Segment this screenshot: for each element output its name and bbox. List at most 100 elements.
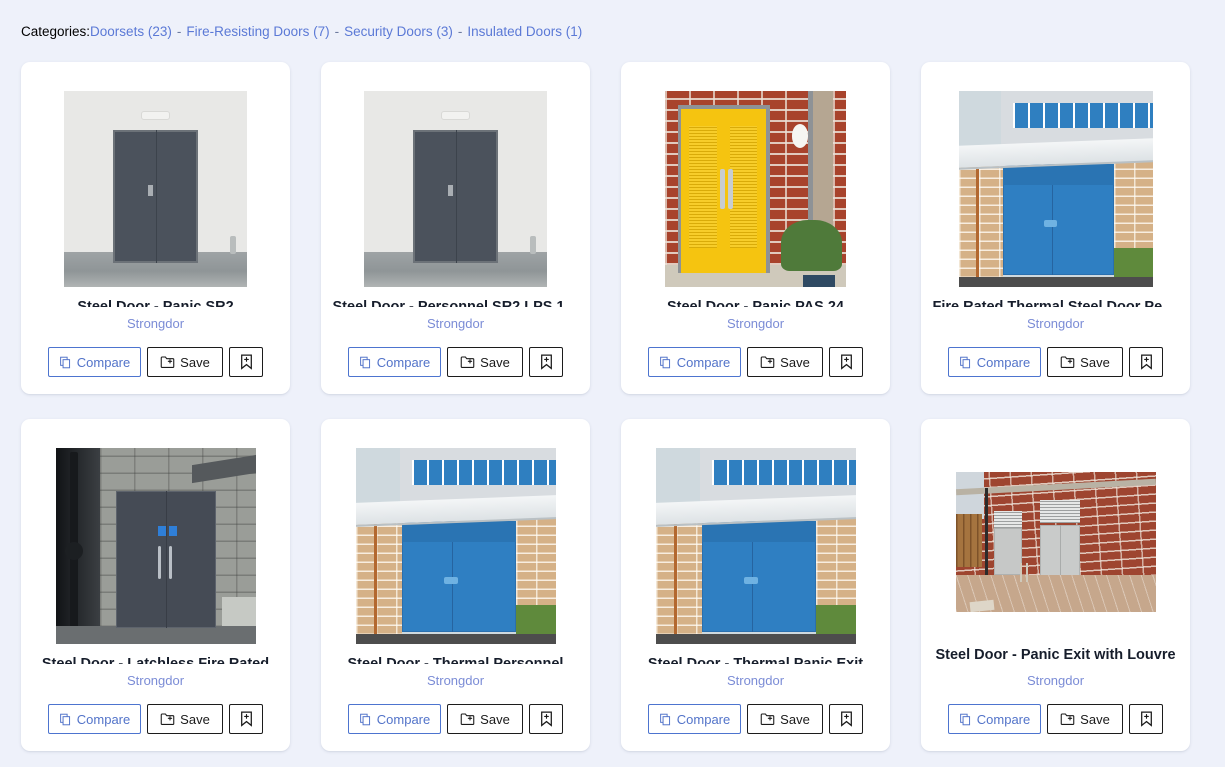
save-label: Save [180,354,210,370]
product-card[interactable]: Fire Rated Thermal Steel Door Personnel … [921,62,1190,394]
product-card[interactable]: Steel Door - Panic Exit with Louvre Stro… [921,419,1190,751]
compare-button[interactable]: Compare [48,704,141,734]
save-label: Save [1080,354,1110,370]
compare-label: Compare [76,711,131,727]
product-brand[interactable]: Strongdor [1027,673,1084,688]
product-card[interactable]: Steel Door - Thermal Panic Exit Strongdo… [621,419,890,751]
category-separator: - [457,23,463,39]
folder-plus-icon [1060,712,1075,726]
bookmark-button[interactable] [529,347,563,377]
category-link-security-doors[interactable]: Security Doors (3) [344,24,453,39]
product-card[interactable]: Steel Door - Thermal Personnel Strongdor… [321,419,590,751]
bookmark-plus-icon [1140,711,1153,727]
save-button[interactable]: Save [1047,704,1123,734]
save-button[interactable]: Save [147,704,223,734]
compare-button[interactable]: Compare [48,347,141,377]
category-link-insulated-doors[interactable]: Insulated Doors (1) [467,24,582,39]
copy-icon [59,356,72,369]
product-brand[interactable]: Strongdor [727,673,784,688]
product-image[interactable] [33,448,278,644]
category-link-fire-resisting-doors[interactable]: Fire-Resisting Doors (7) [186,24,329,39]
card-actions: Compare Save [48,704,263,734]
compare-button[interactable]: Compare [948,704,1041,734]
card-actions: Compare Save [948,347,1163,377]
folder-plus-icon [460,712,475,726]
bookmark-button[interactable] [829,347,863,377]
product-brand[interactable]: Strongdor [427,316,484,331]
save-label: Save [180,711,210,727]
copy-icon [359,713,372,726]
product-brand[interactable]: Strongdor [427,673,484,688]
product-brand[interactable]: Strongdor [127,316,184,331]
product-image[interactable] [633,91,878,287]
folder-plus-icon [160,712,175,726]
bookmark-plus-icon [540,354,553,370]
product-title[interactable]: Steel Door - Personnel SR2 LPS 1175… [333,299,579,307]
compare-button[interactable]: Compare [348,704,441,734]
product-brand[interactable]: Strongdor [727,316,784,331]
product-title[interactable]: Fire Rated Thermal Steel Door Personnel [933,299,1179,307]
category-separator: - [176,23,182,39]
bookmark-button[interactable] [829,704,863,734]
product-title[interactable]: Steel Door - Thermal Panic Exit [648,656,863,664]
copy-icon [359,356,372,369]
product-brand[interactable]: Strongdor [127,673,184,688]
save-label: Save [1080,711,1110,727]
compare-button[interactable]: Compare [648,704,741,734]
folder-plus-icon [760,355,775,369]
categories-bar: Categories: Doorsets (23) - Fire-Resisti… [0,0,1225,62]
save-button[interactable]: Save [1047,347,1123,377]
product-title[interactable]: Steel Door - Panic PAS 24 [667,299,844,307]
copy-icon [59,713,72,726]
card-actions: Compare Save [648,347,863,377]
bookmark-button[interactable] [229,704,263,734]
compare-button[interactable]: Compare [948,347,1041,377]
compare-label: Compare [376,711,431,727]
bookmark-button[interactable] [529,704,563,734]
save-button[interactable]: Save [747,704,823,734]
bookmark-plus-icon [1140,354,1153,370]
save-button[interactable]: Save [147,347,223,377]
category-link-doorsets[interactable]: Doorsets (23) [90,24,172,39]
copy-icon [959,713,972,726]
product-title[interactable]: Steel Door - Thermal Personnel [348,656,564,664]
bookmark-plus-icon [540,711,553,727]
folder-plus-icon [160,355,175,369]
card-actions: Compare Save [348,347,563,377]
product-card[interactable]: Steel Door - Personnel SR2 LPS 1175… Str… [321,62,590,394]
product-title[interactable]: Steel Door - Latchless Fire Rated [42,656,269,664]
product-title[interactable]: Steel Door - Panic Exit with Louvre [935,647,1175,664]
bookmark-plus-icon [240,354,253,370]
product-image[interactable] [933,91,1178,287]
folder-plus-icon [760,712,775,726]
product-image[interactable] [933,448,1178,635]
product-title[interactable]: Steel Door - Panic SR2 [77,299,233,307]
compare-label: Compare [76,354,131,370]
compare-button[interactable]: Compare [348,347,441,377]
category-separator: - [334,23,340,39]
product-image[interactable] [333,448,578,644]
save-label: Save [780,354,810,370]
save-label: Save [480,711,510,727]
bookmark-button[interactable] [1129,347,1163,377]
save-button[interactable]: Save [447,704,523,734]
save-button[interactable]: Save [447,347,523,377]
compare-label: Compare [676,354,731,370]
bookmark-button[interactable] [1129,704,1163,734]
product-grid: Steel Door - Panic SR2 Strongdor Compare… [0,62,1225,751]
product-image[interactable] [33,91,278,287]
product-image[interactable] [633,448,878,644]
bookmark-button[interactable] [229,347,263,377]
product-card[interactable]: Steel Door - Latchless Fire Rated Strong… [21,419,290,751]
bookmark-plus-icon [240,711,253,727]
copy-icon [959,356,972,369]
bookmark-plus-icon [840,711,853,727]
product-card[interactable]: Steel Door - Panic PAS 24 Strongdor Comp… [621,62,890,394]
product-brand[interactable]: Strongdor [1027,316,1084,331]
bookmark-plus-icon [840,354,853,370]
compare-button[interactable]: Compare [648,347,741,377]
save-button[interactable]: Save [747,347,823,377]
compare-label: Compare [976,354,1031,370]
product-image[interactable] [333,91,578,287]
product-card[interactable]: Steel Door - Panic SR2 Strongdor Compare… [21,62,290,394]
